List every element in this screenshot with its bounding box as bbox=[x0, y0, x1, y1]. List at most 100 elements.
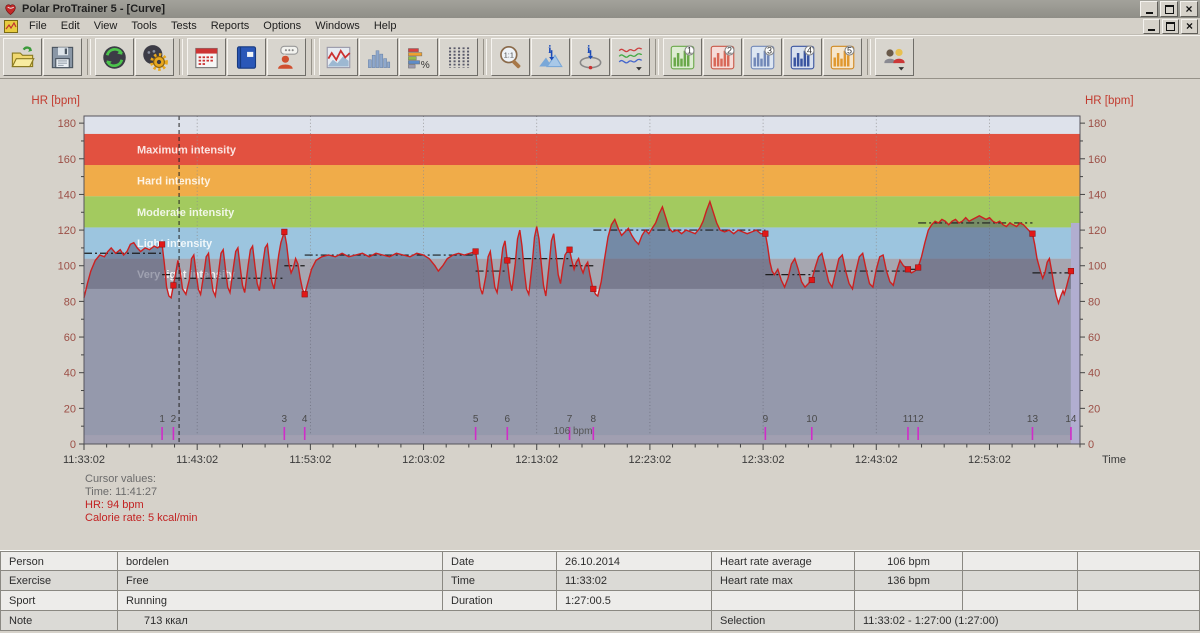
open-file-button[interactable] bbox=[3, 38, 42, 76]
grid-view-button[interactable] bbox=[439, 38, 478, 76]
x-tick-label: 11:43:02 bbox=[176, 454, 218, 466]
y-tick-label: 0 bbox=[1088, 439, 1094, 451]
svg-text:2: 2 bbox=[727, 45, 732, 55]
cursor-values: Cursor values: Time: 11:41:27 HR: 94 bpm… bbox=[85, 473, 198, 525]
lap-number: 7 bbox=[567, 414, 573, 425]
toolbar: % 1:1 ii 1 2 345 bbox=[0, 35, 1200, 79]
lap-number: 14 bbox=[1065, 414, 1077, 425]
person-value: bordelen bbox=[118, 551, 443, 571]
distribution-view-button[interactable] bbox=[359, 38, 398, 76]
title-bar: Polar ProTrainer 5 - [Curve] × bbox=[0, 0, 1200, 18]
duration-value: 1:27:00.5 bbox=[557, 591, 712, 611]
zoom-1-1-button[interactable]: 1:1 bbox=[491, 38, 530, 76]
lap-marker bbox=[171, 283, 177, 289]
preset-2-button[interactable]: 2 bbox=[703, 38, 742, 76]
x-tick-label: 12:33:02 bbox=[742, 454, 785, 466]
y-axis-title-right: HR [bpm] bbox=[1085, 95, 1134, 107]
menu-tools[interactable]: Tools bbox=[124, 19, 164, 33]
zones-view-button[interactable]: % bbox=[399, 38, 438, 76]
menu-edit[interactable]: Edit bbox=[54, 19, 87, 33]
lap-info-button[interactable]: i bbox=[571, 38, 610, 76]
feedback-button[interactable] bbox=[267, 38, 306, 76]
x-tick-label: 11:53:02 bbox=[289, 454, 331, 466]
lap-number: 4 bbox=[302, 414, 308, 425]
curve-client-area: Very light intensityLight intensityModer… bbox=[0, 79, 1200, 550]
y-tick-label: 20 bbox=[1088, 403, 1100, 415]
y-tick-label: 100 bbox=[1088, 261, 1106, 273]
x-tick-label: 12:03:02 bbox=[402, 454, 445, 466]
lap-number: 13 bbox=[1027, 414, 1039, 425]
y-tick-label: 20 bbox=[64, 403, 76, 415]
cursor-time-value: Time: 11:41:27 bbox=[85, 486, 198, 499]
calendar-icon bbox=[193, 44, 220, 71]
summary-table: Person bordelen Date 26.10.2014 Heart ra… bbox=[0, 550, 1200, 631]
transfer-data-icon bbox=[101, 44, 128, 71]
toolbar-separator bbox=[311, 39, 315, 75]
save-button[interactable] bbox=[43, 38, 82, 76]
lap-number: 12 bbox=[913, 414, 925, 425]
preset-1-icon: 1 bbox=[669, 44, 696, 71]
curve-view-button[interactable] bbox=[319, 38, 358, 76]
mdi-close-button[interactable]: × bbox=[1181, 19, 1198, 34]
toolbar-separator bbox=[179, 39, 183, 75]
menu-options[interactable]: Options bbox=[256, 19, 308, 33]
empty-cell bbox=[855, 591, 963, 611]
x-tick-label: 12:53:02 bbox=[968, 454, 1011, 466]
window-title: Polar ProTrainer 5 - [Curve] bbox=[22, 3, 165, 15]
x-tick-label: 11:33:02 bbox=[63, 454, 105, 466]
minimize-button[interactable] bbox=[1140, 1, 1158, 17]
menu-file[interactable]: File bbox=[22, 19, 54, 33]
feedback-icon bbox=[273, 44, 300, 71]
y-tick-label: 80 bbox=[1088, 296, 1100, 308]
calendar-button[interactable] bbox=[187, 38, 226, 76]
zoom-1-1-icon: 1:1 bbox=[497, 44, 524, 71]
transfer-settings-icon bbox=[141, 44, 168, 71]
lap-marker bbox=[905, 267, 911, 273]
y-tick-label: 160 bbox=[58, 154, 76, 166]
y-tick-label: 0 bbox=[70, 439, 76, 451]
y-tick-label: 100 bbox=[58, 261, 76, 273]
distribution-view-icon bbox=[365, 44, 392, 71]
sport-value: Running bbox=[118, 591, 443, 611]
y-tick-label: 180 bbox=[58, 118, 76, 130]
empty-cell bbox=[1078, 591, 1200, 611]
curve-document-icon[interactable] bbox=[4, 20, 18, 33]
x-tick-label: 12:23:02 bbox=[628, 454, 671, 466]
empty-cell bbox=[1078, 551, 1200, 571]
x-tick-label: 12:43:02 bbox=[855, 454, 898, 466]
curve-info-button[interactable]: i bbox=[531, 38, 570, 76]
date-value: 26.10.2014 bbox=[557, 551, 712, 571]
lap-marker bbox=[915, 265, 921, 271]
lap-number: 1 bbox=[159, 414, 165, 425]
lap-marker bbox=[473, 249, 479, 255]
menu-bar: FileEditViewToolsTestsReportsOptionsWind… bbox=[0, 18, 1200, 35]
mdi-restore-button[interactable] bbox=[1162, 19, 1179, 34]
menu-help[interactable]: Help bbox=[367, 19, 404, 33]
transfer-data-button[interactable] bbox=[95, 38, 134, 76]
preset-3-button[interactable]: 3 bbox=[743, 38, 782, 76]
y-tick-label: 160 bbox=[1088, 154, 1106, 166]
y-tick-label: 120 bbox=[58, 225, 76, 237]
transfer-settings-button[interactable] bbox=[135, 38, 174, 76]
close-button[interactable]: × bbox=[1180, 1, 1198, 17]
mdi-minimize-button[interactable] bbox=[1143, 19, 1160, 34]
zones-view-icon: % bbox=[405, 44, 432, 71]
lap-number: 10 bbox=[806, 414, 818, 425]
preset-1-button[interactable]: 1 bbox=[663, 38, 702, 76]
heart-logo-icon bbox=[3, 2, 18, 16]
menu-view[interactable]: View bbox=[87, 19, 125, 33]
menu-windows[interactable]: Windows bbox=[308, 19, 367, 33]
select-curves-button[interactable] bbox=[611, 38, 650, 76]
lap-marker bbox=[1068, 268, 1074, 274]
toolbar-separator bbox=[483, 39, 487, 75]
preset-4-button[interactable]: 4 bbox=[783, 38, 822, 76]
compare-persons-button[interactable] bbox=[875, 38, 914, 76]
menu-tests[interactable]: Tests bbox=[164, 19, 204, 33]
menu-reports[interactable]: Reports bbox=[204, 19, 257, 33]
lap-marker bbox=[809, 277, 815, 283]
restore-button[interactable] bbox=[1160, 1, 1178, 17]
y-tick-label: 180 bbox=[1088, 118, 1106, 130]
lap-marker bbox=[763, 231, 769, 237]
diary-button[interactable] bbox=[227, 38, 266, 76]
preset-5-button[interactable]: 5 bbox=[823, 38, 862, 76]
